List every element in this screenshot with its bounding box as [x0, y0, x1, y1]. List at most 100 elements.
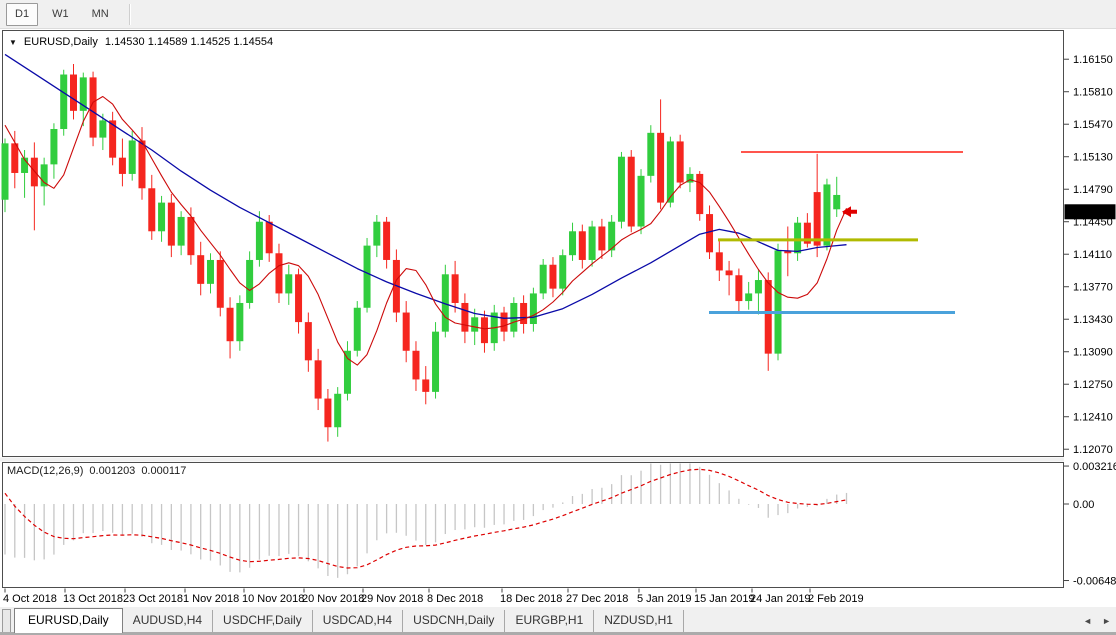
symbol-dropdown-icon[interactable]: ▼	[9, 38, 17, 47]
candle	[627, 156, 635, 227]
date-axis-label: 5 Jan 2019	[637, 593, 691, 605]
candle	[265, 221, 273, 254]
date-axis-label: 23 Oct 2018	[123, 593, 183, 605]
candle	[559, 255, 567, 289]
candle	[60, 74, 68, 130]
candle	[569, 231, 577, 256]
candle	[11, 143, 19, 173]
candle	[236, 302, 244, 342]
tab-nzdusd-h1[interactable]: NZDUSD,H1	[594, 610, 684, 632]
candle	[696, 173, 704, 215]
candle	[539, 264, 547, 294]
candle	[246, 259, 254, 303]
price-axis-label: 1.15810	[1073, 87, 1113, 99]
candle	[715, 252, 723, 271]
candle	[754, 280, 762, 294]
candle	[647, 132, 655, 176]
candle	[833, 194, 841, 210]
candle	[353, 307, 361, 351]
tab-scroll-right-icon[interactable]: ►	[1102, 616, 1111, 626]
tab-eurgbp-h1[interactable]: EURGBP,H1	[505, 610, 595, 632]
price-axis-label: 1.13090	[1073, 347, 1113, 359]
candle	[432, 331, 440, 392]
candle	[676, 141, 684, 183]
candle	[138, 140, 146, 189]
price-axis-label: 1.13770	[1073, 282, 1113, 294]
candle	[177, 216, 185, 246]
candle	[226, 307, 234, 342]
candle	[520, 302, 528, 325]
chart-symbol-label: EURUSD,Daily	[23, 36, 98, 48]
tab-usdcad-h4[interactable]: USDCAD,H4	[313, 610, 404, 632]
macd-indicator-title: MACD(12,26,9) 0.001203 0.000117	[7, 465, 186, 477]
macd-axis-label: 0.003216	[1073, 461, 1116, 473]
price-axis-label: 1.15470	[1073, 119, 1113, 131]
chart-canvas[interactable]: 1.161501.158101.154701.151301.147901.144…	[0, 29, 1116, 607]
candle	[324, 398, 332, 428]
main-chart-panel	[2, 30, 1064, 457]
chart-ohlc-values: 1.14530 1.14589 1.14525 1.14554	[104, 36, 274, 48]
candle	[128, 140, 136, 174]
candle	[343, 350, 351, 394]
candle	[30, 157, 38, 187]
candle	[69, 74, 77, 111]
candle	[402, 312, 410, 351]
candle	[617, 156, 625, 222]
candle	[118, 157, 126, 174]
tabbar-left-strip[interactable]	[2, 609, 11, 632]
candle	[50, 129, 58, 165]
candle	[99, 120, 107, 138]
chart-title: ▼ EURUSD,Daily 1.14530 1.14589 1.14525 1…	[9, 36, 273, 48]
price-axis-label: 1.13430	[1073, 314, 1113, 326]
timeframe-toolbar: D1 W1 MN	[0, 0, 1116, 29]
candle	[363, 245, 371, 308]
current-price-label: 1.14554	[1068, 207, 1108, 219]
candle	[373, 221, 381, 246]
mt4-window: { "toolbar": { "buttons": [ {"label": "D…	[0, 0, 1116, 635]
candle	[275, 253, 283, 294]
tab-usdcnh-daily[interactable]: USDCNH,Daily	[403, 610, 506, 632]
candle	[412, 350, 420, 380]
tab-eurusd-daily[interactable]: EURUSD,Daily	[14, 608, 123, 633]
candle	[1, 143, 9, 200]
tab-usdchf-daily[interactable]: USDCHF,Daily	[213, 610, 313, 632]
date-axis-label: 4 Oct 2018	[3, 593, 57, 605]
candle	[461, 302, 469, 332]
tab-audusd-h4[interactable]: AUDUSD,H4	[123, 610, 214, 632]
date-axis-label: 29 Nov 2018	[361, 593, 423, 605]
date-axis-label: 1 Nov 2018	[183, 593, 239, 605]
candle	[471, 317, 479, 332]
candle	[598, 226, 606, 251]
date-axis-label: 20 Nov 2018	[302, 593, 364, 605]
candle	[588, 226, 596, 260]
candle	[216, 259, 224, 308]
candle	[813, 192, 821, 246]
candle	[383, 221, 391, 260]
candle	[295, 274, 303, 323]
toolbar-separator	[128, 3, 131, 25]
candle	[167, 202, 175, 246]
macd-value: 0.001203	[89, 465, 136, 477]
candle	[637, 175, 645, 227]
candle	[422, 379, 430, 392]
date-axis-label: 10 Nov 2018	[242, 593, 304, 605]
candle	[706, 214, 714, 253]
panel-splitter[interactable]	[0, 457, 1064, 462]
candle	[657, 132, 665, 203]
price-axis-label: 1.12750	[1073, 379, 1113, 391]
timeframe-button-w1[interactable]: W1	[43, 3, 78, 26]
candle	[148, 188, 156, 232]
candle	[529, 293, 537, 325]
candle	[794, 222, 802, 254]
candle	[158, 202, 166, 232]
tab-scroll-left-icon[interactable]: ◄	[1083, 616, 1092, 626]
candle	[500, 312, 508, 332]
candle	[735, 275, 743, 302]
price-axis-label: 1.14110	[1073, 249, 1112, 261]
tab-scroll-arrows: ◄ ►	[1083, 616, 1111, 626]
candle	[304, 322, 312, 361]
timeframe-button-d1[interactable]: D1	[6, 2, 39, 26]
timeframe-button-mn[interactable]: MN	[83, 3, 118, 26]
candle	[206, 259, 214, 284]
macd-signal-value: 0.000117	[141, 465, 187, 477]
